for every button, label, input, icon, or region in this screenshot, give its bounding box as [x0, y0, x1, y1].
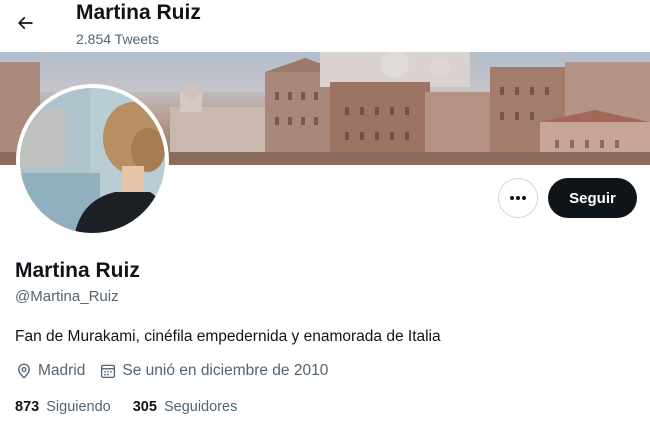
- following-count: 873: [15, 399, 40, 415]
- profile-meta: Madrid Se unió en diciembre de 2010: [15, 362, 342, 380]
- following-link[interactable]: 873 Siguiendo: [15, 399, 111, 415]
- followers-link[interactable]: 305 Seguidores: [133, 399, 238, 415]
- arrow-left-icon: [17, 16, 33, 30]
- followers-label: Seguidores: [163, 399, 238, 415]
- header-tweet-count: 2.854 Tweets: [76, 31, 160, 47]
- profile-location: Madrid: [15, 362, 85, 380]
- profile-bio: Fan de Murakami, cinéfila empedernida y …: [15, 328, 441, 345]
- following-label: Siguiendo: [46, 399, 111, 415]
- calendar-icon: [101, 364, 116, 379]
- joined-text: Se unió en diciembre de 2010: [122, 362, 329, 379]
- header-profile-name: Martina Ruiz: [76, 1, 201, 24]
- more-options-button[interactable]: [498, 178, 538, 218]
- back-button[interactable]: [8, 6, 42, 40]
- more-dots-icon: [510, 196, 526, 200]
- profile-header-bar: Martina Ruiz 2.854 Tweets: [0, 0, 650, 52]
- profile-stats: 873 Siguiendo 305 Seguidores: [15, 399, 259, 415]
- followers-count: 305: [132, 399, 157, 415]
- location-pin-icon: [18, 363, 30, 379]
- profile-avatar[interactable]: [16, 84, 169, 237]
- follow-button[interactable]: Seguir: [548, 178, 637, 218]
- location-text: Madrid: [38, 362, 86, 379]
- profile-display-name: Martina Ruiz: [15, 259, 140, 282]
- profile-joined: Se unió en diciembre de 2010: [99, 362, 328, 380]
- profile-handle: @Martina_Ruiz: [15, 288, 119, 305]
